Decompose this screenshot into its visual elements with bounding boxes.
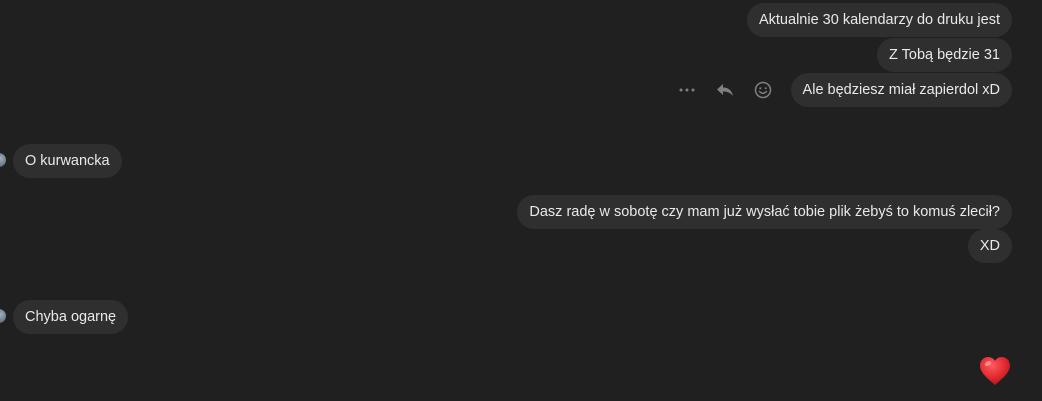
chat-thread: Aktualnie 30 kalendarzy do druku jest Z … bbox=[0, 0, 1042, 401]
message-bubble-incoming[interactable]: Chyba ogarnę bbox=[13, 300, 129, 334]
avatar[interactable] bbox=[0, 309, 6, 323]
reply-icon[interactable] bbox=[716, 81, 734, 99]
message-bubble-outgoing[interactable]: Dasz radę w sobotę czy mam już wysłać to… bbox=[517, 195, 1012, 229]
avatar[interactable] bbox=[0, 153, 6, 167]
emoji-react-icon[interactable] bbox=[754, 81, 772, 99]
message-bubble-incoming[interactable]: O kurwancka bbox=[13, 144, 122, 178]
message-actions bbox=[678, 77, 772, 103]
message-bubble-outgoing[interactable]: Ale będziesz miał zapierdol xD bbox=[790, 73, 1012, 107]
message-bubble-outgoing[interactable]: XD bbox=[967, 229, 1012, 263]
message-bubble-outgoing[interactable]: Z Tobą będzie 31 bbox=[877, 38, 1012, 72]
more-icon[interactable] bbox=[678, 81, 696, 99]
heart-icon[interactable] bbox=[978, 355, 1012, 387]
message-bubble-outgoing[interactable]: Aktualnie 30 kalendarzy do druku jest bbox=[746, 3, 1012, 37]
